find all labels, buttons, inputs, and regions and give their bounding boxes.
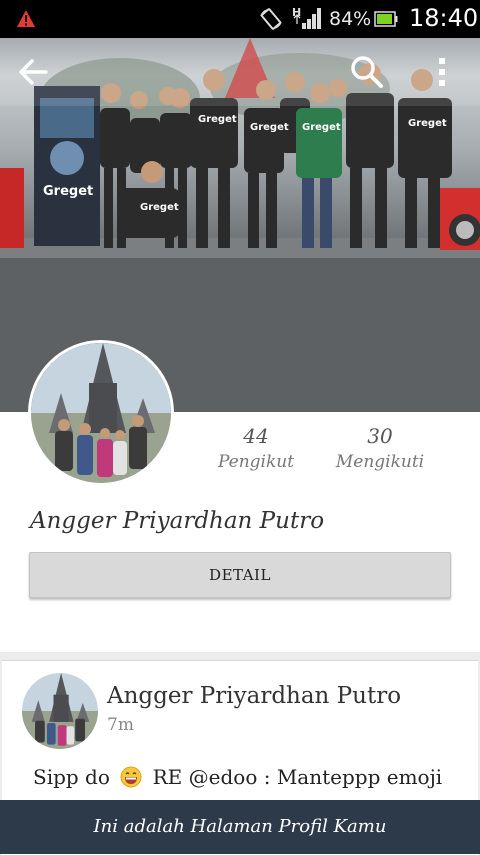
shirt-text: Greget	[198, 114, 237, 125]
action-bar	[0, 38, 480, 106]
shirt-text: Greget	[408, 118, 447, 129]
detail-button[interactable]: DETAIL	[29, 552, 451, 598]
followers-label: Pengikut	[217, 452, 295, 472]
screen-rotate-icon	[260, 8, 282, 30]
shirt-text: Greget	[302, 122, 341, 133]
post-timestamp: 7m	[107, 715, 134, 735]
following-stat[interactable]: 30 Mengikuti	[334, 424, 426, 472]
status-bar: H 84% 18:40	[0, 0, 480, 38]
overflow-menu-icon[interactable]	[436, 56, 448, 88]
followers-count: 44	[243, 424, 269, 448]
profile-name: Angger Priyardhan Putro	[30, 508, 325, 534]
shirt-text: Greget	[250, 122, 289, 133]
grinning-face-emoji-icon	[120, 766, 142, 788]
profile-hint-bar: Ini adalah Halaman Profil Kamu	[0, 800, 480, 854]
signal-icon: H	[292, 6, 321, 29]
shirt-text: Greget	[140, 202, 179, 213]
following-count: 30	[367, 424, 393, 448]
following-label: Mengikuti	[335, 452, 425, 472]
post-text: Sipp do RE @edoo : Manteppp emoji	[33, 765, 442, 789]
banner-text: Greget	[43, 184, 93, 199]
post-author-avatar[interactable]	[22, 673, 98, 749]
warning-icon	[17, 10, 35, 27]
profile-avatar[interactable]	[28, 340, 174, 486]
back-arrow-icon[interactable]	[18, 58, 48, 86]
battery-percent: 84%	[329, 8, 372, 30]
post-text-before: Sipp do	[33, 765, 110, 789]
post-text-after: RE @edoo : Manteppp emoji	[152, 765, 443, 789]
followers-stat[interactable]: 44 Pengikut	[214, 424, 298, 472]
clock: 18:40	[409, 4, 479, 32]
avatar-photo	[22, 673, 98, 749]
post-author-name[interactable]: Angger Priyardhan Putro	[107, 683, 401, 709]
battery-icon	[374, 11, 398, 27]
search-icon[interactable]	[350, 55, 384, 89]
avatar-photo	[31, 343, 171, 483]
